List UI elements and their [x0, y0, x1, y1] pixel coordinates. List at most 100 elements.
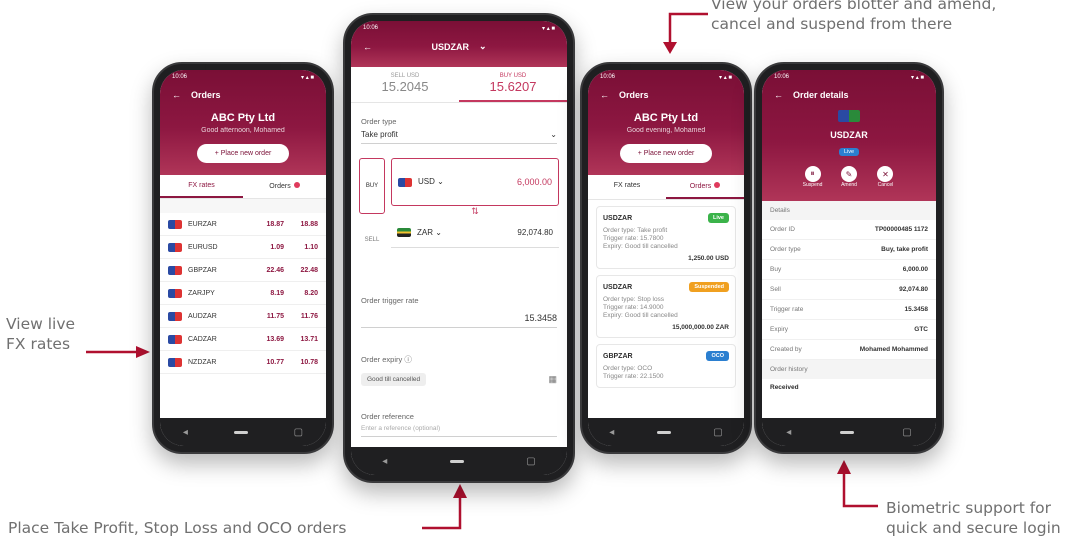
back-nav-icon[interactable]: ◂ [786, 427, 791, 438]
back-nav-icon[interactable]: ◂ [382, 456, 387, 467]
detail-row: Created by Mohamed Mohammed [762, 340, 936, 360]
detail-row: Buy 6,000.00 [762, 260, 936, 280]
chevron-down-icon[interactable]: ⌄ [479, 41, 487, 52]
order-card[interactable]: USDZAR Suspended Order type: Stop loss Tr… [596, 275, 736, 338]
rate-row[interactable]: CADZAR 13.69 13.71 [160, 328, 326, 351]
status-bar: 10:06 ▾ ▴ ■ [600, 74, 732, 81]
ccy-select[interactable]: USD ⌄ [398, 177, 444, 187]
buy-tab[interactable]: BUY USD 15.6207 [459, 67, 567, 102]
tab-orders[interactable]: Orders [243, 175, 326, 198]
action-label: Amend [841, 182, 857, 188]
chevron-down-icon: ⌄ [550, 130, 557, 139]
caption-biometric: Biometric support for quick and secure l… [886, 498, 1061, 538]
detail-value: 6,000.00 [902, 266, 928, 273]
place-order-button[interactable]: + Place new order [196, 144, 290, 163]
recents-nav-icon[interactable]: ▢ [713, 427, 722, 438]
order-type-select[interactable]: Take profit ⌄ [361, 130, 557, 144]
recents-nav-icon[interactable]: ▢ [526, 456, 535, 467]
ask: 18.88 [284, 221, 318, 228]
detail-value: Mohamed Mohammed [859, 346, 928, 353]
sell-button[interactable]: SELL [359, 220, 385, 260]
expiry-label: Order expiry [361, 355, 403, 364]
screen-title: Orders [619, 90, 649, 100]
back-arrow-icon[interactable]: ← [774, 90, 783, 100]
buy-button[interactable]: BUY [359, 158, 385, 214]
buy-amount-field[interactable]: USD ⌄ 6,000.00 [391, 158, 559, 206]
greeting: Good afternoon, Mohamed [201, 127, 285, 134]
rate-row[interactable]: ZARJPY 8.19 8.20 [160, 282, 326, 305]
tab-orders[interactable]: Orders [666, 175, 744, 199]
reference-label: Order reference [361, 412, 414, 421]
detail-key: Sell [770, 286, 781, 293]
recents-nav-icon[interactable]: ▢ [902, 427, 911, 438]
tab-bar: FX rates Orders [160, 175, 326, 199]
caption-bio-line2: quick and secure login [886, 519, 1061, 537]
amend-action[interactable]: ✎ Amend [835, 166, 863, 188]
nav-bar: ◂ ▢ [762, 418, 936, 446]
status-bar: 10:06 ▾ ▴ ■ [363, 25, 555, 32]
app-bar: ← Order details [762, 84, 936, 106]
notification-dot [293, 182, 300, 188]
expiry-chip[interactable]: Good till cancelled [361, 373, 427, 386]
sell-amount-field[interactable]: ZAR ⌄ 92,074.80 [391, 218, 559, 248]
caption-fx-line2: FX rates [6, 335, 71, 353]
detail-row: Sell 92,074.80 [762, 280, 936, 300]
info-icon[interactable]: ⓘ [404, 355, 412, 364]
header-hero: 10:06 ▾ ▴ ■ ← USDZAR ⌄ [351, 21, 567, 67]
back-arrow-icon[interactable]: ← [600, 90, 609, 100]
order-card[interactable]: USDZAR Live Order type: Take profit Trigg… [596, 206, 736, 269]
place-order-button[interactable]: + Place new order [619, 144, 713, 163]
expiry-row: Good till cancelled ▦ [361, 373, 557, 386]
back-nav-icon[interactable]: ◂ [183, 427, 188, 438]
swap-icon[interactable]: ⇅ [391, 206, 559, 218]
order-pair: USDZAR [603, 214, 633, 222]
ask-value: 8.20 [304, 289, 318, 297]
flag-icon [168, 219, 182, 229]
pair: GBPZAR [188, 266, 217, 274]
tab-fx-rates[interactable]: FX rates [588, 175, 666, 199]
tab-fx-rates[interactable]: FX rates [160, 175, 243, 198]
order-card[interactable]: GBPZAR OCO Order type: OCO Trigger rate: … [596, 344, 736, 388]
pair: CADZAR [188, 335, 217, 343]
back-nav-icon[interactable]: ◂ [609, 427, 614, 438]
detail-row: Expiry GTC [762, 320, 936, 340]
trigger-label: Order trigger rate [361, 296, 419, 305]
sell-tab[interactable]: SELL USD 15.2045 [351, 67, 459, 102]
ask-value: 22.48 [300, 266, 318, 274]
cancel-action[interactable]: ✕ Cancel [871, 166, 899, 188]
flag-icon [168, 311, 182, 321]
flag-icon [168, 242, 182, 252]
caption-bio-line1: Biometric support for [886, 499, 1052, 517]
bid: 8.19 [250, 290, 284, 297]
suspend-action[interactable]: ⏸ Suspend [799, 166, 827, 188]
trigger-input[interactable]: 15.3458 [361, 313, 557, 328]
status-badge: Live [838, 148, 860, 156]
back-arrow-icon[interactable]: ← [172, 90, 181, 100]
pair: NZDZAR [188, 358, 217, 366]
calendar-icon[interactable]: ▦ [548, 374, 557, 385]
sell-rate: 15.2045 [381, 79, 429, 94]
flag-icon [838, 110, 860, 122]
home-nav-icon[interactable] [839, 430, 854, 434]
home-nav-icon[interactable] [233, 430, 248, 434]
phone-orders-blotter: 10:06 ▾ ▴ ■ ← Orders ABC Pty Ltd Good eve… [580, 62, 752, 454]
rate-row[interactable]: NZDZAR 10.77 10.78 [160, 351, 326, 374]
order-pair: USDZAR [830, 130, 868, 140]
rate-row[interactable]: GBPZAR 22.46 22.48 [160, 259, 326, 282]
caption-orders: Place Take Profit, Stop Loss and OCO ord… [8, 519, 347, 537]
reference-input[interactable]: Enter a reference (optional) [361, 425, 557, 437]
nav-bar: ◂ ▢ [351, 447, 567, 475]
rate-row[interactable]: AUDZAR 11.75 11.76 [160, 305, 326, 328]
bid: 18.87 [250, 221, 284, 228]
caption-fx-line1: View live [6, 315, 76, 333]
home-nav-icon[interactable] [656, 430, 671, 434]
rate-row[interactable]: EURZAR 18.87 18.88 [160, 213, 326, 236]
rate-row[interactable]: EURUSD 1.09 1.10 [160, 236, 326, 259]
back-arrow-icon[interactable]: ← [363, 42, 372, 52]
phone-screen: 10:06 ▾ ▴ ■ ← Order details USDZAR Live ⏸… [762, 70, 936, 446]
ccy-select[interactable]: ZAR ⌄ [397, 228, 442, 238]
home-nav-icon[interactable] [449, 459, 464, 463]
bid: 22.46 [250, 267, 284, 274]
arrow-orders [422, 484, 467, 530]
recents-nav-icon[interactable]: ▢ [294, 427, 303, 438]
